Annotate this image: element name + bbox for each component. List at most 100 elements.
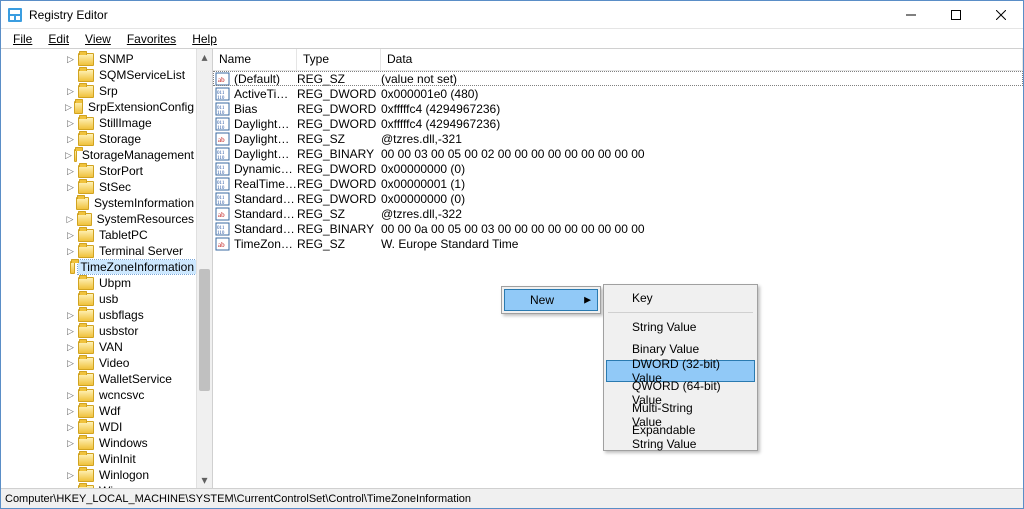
list-row[interactable]: 011110BiasREG_DWORD0xfffffc4 (4294967236… [213, 101, 1023, 116]
scroll-thumb[interactable] [199, 269, 210, 391]
tree-item-label: WinInit [97, 452, 138, 466]
expand-spacer [65, 374, 76, 385]
column-header-name[interactable]: Name [213, 49, 297, 70]
tree-item[interactable]: ▷Winlogon [1, 467, 196, 483]
expand-icon[interactable]: ▷ [65, 134, 76, 145]
value-data: 0x00000000 (0) [381, 162, 1023, 176]
tree-item[interactable]: ▷wcncsvc [1, 387, 196, 403]
tree-item[interactable]: SQMServiceList [1, 67, 196, 83]
tree-item[interactable]: ▷SystemResources [1, 211, 196, 227]
tree-item[interactable]: usb [1, 291, 196, 307]
expand-icon[interactable]: ▷ [65, 118, 76, 129]
value-name: StandardStart [234, 222, 297, 236]
tree-item[interactable]: ▷Windows [1, 435, 196, 451]
list-row[interactable]: ab(Default)REG_SZ(value not set) [213, 71, 1023, 86]
expand-spacer [65, 198, 74, 209]
menu-view[interactable]: View [77, 30, 119, 48]
list-row[interactable]: abDaylightNameREG_SZ@tzres.dll,-321 [213, 131, 1023, 146]
tree-item[interactable]: ▷ StorPort [1, 163, 196, 179]
scroll-down-button[interactable]: ▾ [197, 472, 212, 488]
list-row[interactable]: 011110StandardStartREG_BINARY00 00 0a 00… [213, 221, 1023, 236]
tree-item[interactable]: ▷SNMP [1, 51, 196, 67]
expand-icon[interactable]: ▷ [65, 166, 76, 177]
tree-item[interactable]: ▷usbflags [1, 307, 196, 323]
list-row[interactable]: 011110RealTimeIsUniv...REG_DWORD0x000000… [213, 176, 1023, 191]
tree-item-label: TabletPC [97, 228, 150, 242]
list-row[interactable]: 011110DaylightBiasREG_DWORD0xfffffc4 (42… [213, 116, 1023, 131]
folder-icon [78, 373, 94, 386]
scroll-up-button[interactable]: ▴ [197, 49, 212, 65]
menu-help[interactable]: Help [184, 30, 225, 48]
expand-icon[interactable]: ▷ [65, 86, 76, 97]
tree-item[interactable]: ▷ StillImage [1, 115, 196, 131]
expand-icon[interactable]: ▷ [65, 326, 76, 337]
expand-icon[interactable]: ▷ [65, 310, 76, 321]
expand-icon[interactable]: ▷ [65, 486, 76, 489]
tree-item[interactable]: ▷ usbstor [1, 323, 196, 339]
tree-item[interactable]: TimeZoneInformation [1, 259, 196, 275]
context-item-key[interactable]: Key [606, 287, 755, 309]
tree-item-label: StorPort [97, 164, 145, 178]
tree-item[interactable]: SystemInformation [1, 195, 196, 211]
expand-icon[interactable]: ▷ [65, 438, 76, 449]
list-row[interactable]: 011110DaylightStartREG_BINARY00 00 03 00… [213, 146, 1023, 161]
tree-item[interactable]: ▷StorageManagement [1, 147, 196, 163]
column-header-data[interactable]: Data [381, 49, 1023, 70]
value-data: 00 00 0a 00 05 00 03 00 00 00 00 00 00 0… [381, 222, 1023, 236]
tree-scrollbar[interactable]: ▴ ▾ [196, 49, 212, 488]
scroll-track[interactable] [197, 65, 212, 472]
expand-icon[interactable]: ▷ [65, 54, 76, 65]
expand-icon[interactable]: ▷ [65, 150, 72, 161]
tree-item[interactable]: ▷ TabletPC [1, 227, 196, 243]
context-item-string[interactable]: String Value [606, 316, 755, 338]
expand-icon[interactable]: ▷ [65, 182, 76, 193]
list-row[interactable]: 011110DynamicDaylig...REG_DWORD0x0000000… [213, 161, 1023, 176]
tree-item[interactable]: ▷StSec [1, 179, 196, 195]
tree-item[interactable]: WalletService [1, 371, 196, 387]
maximize-button[interactable] [933, 1, 978, 28]
list-row[interactable]: 011110ActiveTimeBiasREG_DWORD0x000001e0 … [213, 86, 1023, 101]
tree-item[interactable]: ▷Srp [1, 83, 196, 99]
app-icon [7, 7, 23, 23]
menu-edit[interactable]: Edit [40, 30, 77, 48]
column-header-type[interactable]: Type [297, 49, 381, 70]
menu-favorites[interactable]: Favorites [119, 30, 184, 48]
folder-icon [78, 245, 94, 258]
expand-icon[interactable]: ▷ [65, 390, 76, 401]
tree-item-label: StillImage [97, 116, 154, 130]
tree-item[interactable]: ▷Terminal Server [1, 243, 196, 259]
tree-item[interactable]: ▷WDI [1, 419, 196, 435]
tree-item[interactable]: ▷Winresume [1, 483, 196, 488]
value-type: REG_DWORD [297, 102, 381, 116]
expand-icon[interactable]: ▷ [65, 214, 75, 225]
menu-file[interactable]: File [5, 30, 40, 48]
tree-item[interactable]: Ubpm [1, 275, 196, 291]
expand-icon[interactable]: ▷ [65, 358, 76, 369]
binary-value-icon: 011110 [215, 161, 231, 177]
tree-item[interactable]: ▷VAN [1, 339, 196, 355]
window-controls [888, 1, 1023, 28]
expand-icon[interactable]: ▷ [65, 406, 76, 417]
expand-icon[interactable]: ▷ [65, 230, 76, 241]
context-item-new[interactable]: New ▶ [504, 289, 598, 311]
tree-item-label: usbstor [97, 324, 140, 338]
expand-icon[interactable]: ▷ [65, 342, 76, 353]
list-row[interactable]: 011110StandardBiasREG_DWORD0x00000000 (0… [213, 191, 1023, 206]
expand-icon[interactable]: ▷ [65, 102, 72, 113]
tree-item[interactable]: ▷Wdf [1, 403, 196, 419]
expand-icon[interactable]: ▷ [65, 470, 76, 481]
close-button[interactable] [978, 1, 1023, 28]
menubar: File Edit View Favorites Help [1, 29, 1023, 49]
list-header: Name Type Data [213, 49, 1023, 71]
tree-item[interactable]: WinInit [1, 451, 196, 467]
expand-icon[interactable]: ▷ [65, 422, 76, 433]
tree-item[interactable]: ▷SrpExtensionConfig [1, 99, 196, 115]
minimize-button[interactable] [888, 1, 933, 28]
list-row[interactable]: abTimeZoneKeyN...REG_SZW. Europe Standar… [213, 236, 1023, 251]
tree-item[interactable]: ▷Video [1, 355, 196, 371]
expand-icon[interactable]: ▷ [65, 246, 76, 257]
list-row[interactable]: abStandardNameREG_SZ@tzres.dll,-322 [213, 206, 1023, 221]
tree-item[interactable]: ▷Storage [1, 131, 196, 147]
binary-value-icon: 011110 [215, 116, 231, 132]
context-item-expand[interactable]: Expandable String Value [606, 426, 755, 448]
